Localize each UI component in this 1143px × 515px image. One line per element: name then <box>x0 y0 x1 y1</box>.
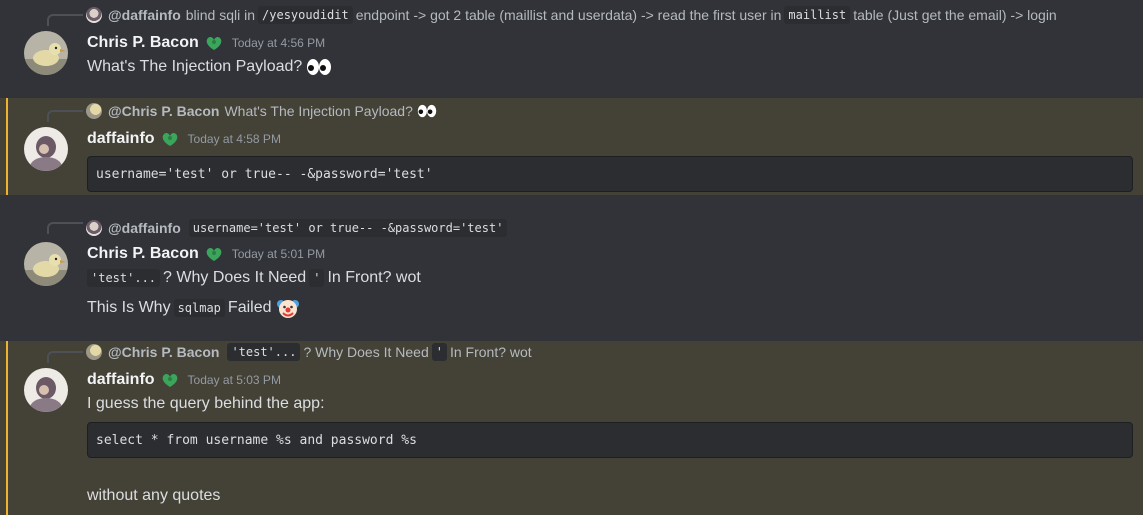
eyes-emoji[interactable] <box>306 58 332 76</box>
message-content: without any quotes <box>87 484 220 508</box>
reply-text: blind sqli in <box>185 7 256 23</box>
reply-text: In Front? wot <box>449 344 532 360</box>
reply-spine <box>47 14 83 26</box>
message-content: 'test'... ? Why Does It Need ' In Front?… <box>87 266 421 290</box>
reply-spine <box>47 351 83 363</box>
timestamp[interactable]: Today at 4:58 PM <box>188 132 281 146</box>
reply-spine <box>47 110 83 122</box>
username[interactable]: Chris P. Bacon <box>87 34 199 52</box>
message-header: Chris P. Bacon Today at 4:56 PM <box>87 31 325 55</box>
message-content: I guess the query behind the app: <box>87 392 325 416</box>
avatar[interactable] <box>24 242 68 286</box>
reply-preview[interactable]: @daffainfo username='test' or true-- -&p… <box>86 218 510 238</box>
message-header: daffainfo Today at 5:03 PM <box>87 368 281 392</box>
leaf-badge-icon[interactable] <box>204 34 224 52</box>
timestamp[interactable]: Today at 4:56 PM <box>232 36 325 50</box>
username[interactable]: Chris P. Bacon <box>87 245 199 263</box>
message-4: @Chris P. Bacon 'test'... ? Why Does It … <box>0 341 1143 515</box>
reply-text: What's The Injection Payload? <box>224 103 413 119</box>
leaf-badge-icon[interactable] <box>204 245 224 263</box>
reply-author[interactable]: @Chris P. Bacon <box>108 103 219 119</box>
eyes-emoji[interactable] <box>417 104 437 118</box>
portrait-avatar-icon <box>24 127 68 171</box>
message-text: ? Why Does It Need <box>163 269 307 286</box>
message-text: This Is Why <box>87 299 171 316</box>
avatar[interactable] <box>24 127 68 171</box>
reply-text: endpoint -> got 2 table (maillist and us… <box>355 7 782 23</box>
message-header: daffainfo Today at 4:58 PM <box>87 127 281 151</box>
message-1: @daffainfo blind sqli in /yesyoudidit en… <box>0 0 1143 98</box>
reply-author[interactable]: @daffainfo <box>108 220 181 236</box>
message-content: This Is Why sqlmap Failed <box>87 295 300 321</box>
clown-emoji[interactable] <box>276 296 300 320</box>
portrait-avatar-icon <box>24 368 68 412</box>
reply-avatar[interactable] <box>86 220 102 236</box>
message-header: Chris P. Bacon Today at 5:01 PM <box>87 242 325 266</box>
inline-code: username='test' or true-- -&password='te… <box>188 219 508 237</box>
inline-code: ' <box>431 343 447 361</box>
reply-text: ? Why Does It Need <box>303 344 429 360</box>
inline-code: /yesyoudidit <box>258 6 353 24</box>
leaf-badge-icon[interactable] <box>160 371 180 389</box>
message-text: I guess the query behind the app: <box>87 395 325 412</box>
code-block[interactable]: select * from username %s and password %… <box>87 422 1133 458</box>
message-text: In Front? wot <box>327 269 421 286</box>
username[interactable]: daffainfo <box>87 130 155 148</box>
reply-preview[interactable]: @Chris P. Bacon What's The Injection Pay… <box>86 101 437 121</box>
inline-code: ' <box>309 269 325 287</box>
avatar[interactable] <box>24 31 68 75</box>
message-text: What's The Injection Payload? <box>87 58 303 75</box>
message-text: without any quotes <box>87 487 221 504</box>
reply-avatar[interactable] <box>86 103 102 119</box>
timestamp[interactable]: Today at 5:03 PM <box>188 373 281 387</box>
reply-avatar[interactable] <box>86 7 102 23</box>
leaf-badge-icon[interactable] <box>160 130 180 148</box>
duck-avatar-icon <box>24 242 68 286</box>
reply-text: table (Just get the email) -> login <box>853 7 1057 23</box>
avatar[interactable] <box>24 368 68 412</box>
reply-preview[interactable]: @daffainfo blind sqli in /yesyoudidit en… <box>86 5 1057 25</box>
reply-author[interactable]: @daffainfo <box>108 7 181 23</box>
timestamp[interactable]: Today at 5:01 PM <box>232 247 325 261</box>
duck-avatar-icon <box>24 31 68 75</box>
inline-code: 'test'... <box>87 269 161 287</box>
reply-spine <box>47 222 83 234</box>
inline-code: 'test'... <box>227 343 301 361</box>
code-block[interactable]: username='test' or true-- -&password='te… <box>87 156 1133 192</box>
message-2: @Chris P. Bacon What's The Injection Pay… <box>0 98 1143 195</box>
reply-avatar[interactable] <box>86 344 102 360</box>
reply-author[interactable]: @Chris P. Bacon <box>108 344 219 360</box>
message-text: Failed <box>227 299 272 316</box>
username[interactable]: daffainfo <box>87 371 155 389</box>
inline-code: sqlmap <box>173 299 225 317</box>
message-3: @daffainfo username='test' or true-- -&p… <box>0 208 1143 338</box>
message-content: What's The Injection Payload? <box>87 55 332 79</box>
inline-code: maillist <box>784 6 851 24</box>
reply-preview[interactable]: @Chris P. Bacon 'test'... ? Why Does It … <box>86 342 532 362</box>
